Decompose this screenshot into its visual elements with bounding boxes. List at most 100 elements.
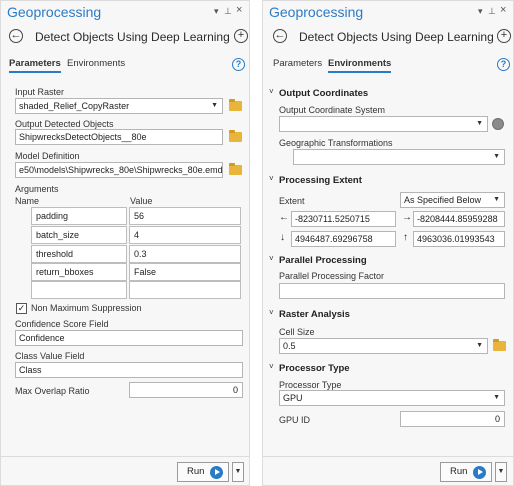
pane-title: Geoprocessing xyxy=(7,4,102,20)
output-objects-label: Output Detected Objects xyxy=(15,119,114,129)
back-icon[interactable]: ← xyxy=(9,29,23,43)
max-overlap-input[interactable]: 0 xyxy=(129,382,243,398)
extent-top-input[interactable]: 4963036.01993543 xyxy=(413,231,505,247)
tab-environments[interactable]: Environments xyxy=(328,58,392,73)
play-icon xyxy=(473,466,486,479)
chevron-down-icon[interactable]: ˅ xyxy=(269,362,274,371)
extent-dropdown[interactable]: As Specified Below ▼ xyxy=(400,192,505,208)
arguments-col-name: Name xyxy=(15,196,40,206)
geoprocessing-pane-environments: Geoprocessing ▾ ⊥ × ← Detect Objects Usi… xyxy=(262,0,514,486)
arrow-down-icon: ↓ xyxy=(280,232,285,243)
input-raster-value: shaded_Relief_CopyRaster xyxy=(19,101,130,111)
model-definition-label: Model Definition xyxy=(15,151,80,161)
chevron-down-icon[interactable]: ˅ xyxy=(269,87,274,96)
pane-title: Geoprocessing xyxy=(269,4,364,20)
tab-environments[interactable]: Environments xyxy=(67,58,125,71)
tool-header: ← Detect Objects Using Deep Learning + xyxy=(263,28,513,48)
back-icon[interactable]: ← xyxy=(273,29,287,43)
parallel-processing-factor-label: Parallel Processing Factor xyxy=(279,271,385,281)
chevron-down-icon: ▼ xyxy=(493,394,500,401)
extent-value: As Specified Below xyxy=(404,195,482,205)
output-objects-input[interactable]: ShipwrecksDetectObjects__80e xyxy=(15,129,223,145)
output-coordinate-system-label: Output Coordinate System xyxy=(279,105,386,115)
argument-value-cell[interactable]: False xyxy=(129,263,241,281)
browse-folder-icon[interactable] xyxy=(229,130,242,142)
close-icon[interactable]: × xyxy=(236,4,242,16)
extent-bottom-input[interactable]: 4946487.69296758 xyxy=(291,231,396,247)
argument-name-cell[interactable]: threshold xyxy=(31,245,127,263)
argument-value-cell[interactable]: 0.3 xyxy=(129,245,241,263)
arrow-up-icon: ↑ xyxy=(403,232,408,243)
add-icon[interactable]: + xyxy=(234,29,248,43)
raster-analysis-section[interactable]: Raster Analysis xyxy=(279,309,350,320)
arguments-label: Arguments xyxy=(15,184,59,194)
footer-divider xyxy=(263,456,513,457)
model-definition-value: e50\models\Shipwrecks_80e\Shipwrecks_80e… xyxy=(19,165,223,175)
extent-left-input[interactable]: -8230711.5250715 xyxy=(291,211,396,227)
gpu-id-input[interactable]: 0 xyxy=(400,411,505,427)
nms-checkbox[interactable]: ✓ xyxy=(16,303,27,314)
processing-extent-section[interactable]: Processing Extent xyxy=(279,175,362,186)
close-icon[interactable]: × xyxy=(500,4,506,16)
cell-size-dropdown[interactable]: 0.5 ▼ xyxy=(279,338,488,354)
arrow-left-icon: ← xyxy=(279,212,289,223)
argument-name-empty-cell[interactable] xyxy=(31,281,127,299)
confidence-field-input[interactable]: Confidence xyxy=(15,330,243,346)
parallel-processing-section[interactable]: Parallel Processing xyxy=(279,255,367,266)
chevron-down-icon[interactable]: ˅ xyxy=(269,308,274,317)
chevron-down-icon[interactable]: ˅ xyxy=(269,174,274,183)
options-dropdown-icon[interactable]: ▾ xyxy=(214,6,219,17)
pane-titlebar: Geoprocessing ▾ ⊥ × xyxy=(263,1,513,25)
tab-parameters[interactable]: Parameters xyxy=(9,58,61,73)
argument-value-cell[interactable]: 4 xyxy=(129,226,241,244)
processor-type-dropdown[interactable]: GPU ▼ xyxy=(279,390,505,406)
browse-folder-icon[interactable] xyxy=(229,163,242,175)
confidence-field-label: Confidence Score Field xyxy=(15,319,109,329)
run-button[interactable]: Run xyxy=(440,462,492,482)
argument-value-empty-cell[interactable] xyxy=(129,281,241,299)
tab-bar: Parameters Environments ? xyxy=(271,58,510,74)
globe-icon[interactable] xyxy=(492,118,504,130)
run-options-button[interactable]: ▼ xyxy=(495,462,507,482)
help-icon[interactable]: ? xyxy=(232,58,245,71)
nms-label: Non Maximum Suppression xyxy=(31,303,142,313)
class-field-label: Class Value Field xyxy=(15,351,85,361)
tool-name: Detect Objects Using Deep Learning xyxy=(35,30,230,44)
confidence-field-value: Confidence xyxy=(19,333,65,343)
class-field-input[interactable]: Class xyxy=(15,362,243,378)
output-coordinates-section[interactable]: Output Coordinates xyxy=(279,88,368,99)
model-definition-input[interactable]: e50\models\Shipwrecks_80e\Shipwrecks_80e… xyxy=(15,162,223,178)
argument-name-cell[interactable]: return_bboxes xyxy=(31,263,127,281)
extent-label: Extent xyxy=(279,196,305,206)
help-icon[interactable]: ? xyxy=(497,58,510,71)
cell-size-label: Cell Size xyxy=(279,327,315,337)
chevron-down-icon: ▼ xyxy=(476,342,483,349)
argument-value-cell[interactable]: 56 xyxy=(129,207,241,225)
argument-name-cell[interactable]: batch_size xyxy=(31,226,127,244)
parallel-processing-factor-input[interactable] xyxy=(279,283,505,299)
geographic-transformations-label: Geographic Transformations xyxy=(279,138,393,148)
input-raster-dropdown[interactable]: shaded_Relief_CopyRaster ▼ xyxy=(15,98,223,114)
extent-right-input[interactable]: -8208444.85959288 xyxy=(413,211,505,227)
pane-titlebar: Geoprocessing ▾ ⊥ × xyxy=(1,1,249,25)
options-dropdown-icon[interactable]: ▾ xyxy=(478,6,483,17)
processor-type-section[interactable]: Processor Type xyxy=(279,363,350,374)
pin-icon[interactable]: ⊥ xyxy=(488,6,496,17)
browse-folder-icon[interactable] xyxy=(229,99,242,111)
pin-icon[interactable]: ⊥ xyxy=(224,6,232,17)
chevron-down-icon[interactable]: ˅ xyxy=(269,254,274,263)
argument-name-cell[interactable]: padding xyxy=(31,207,127,225)
chevron-down-icon: ▼ xyxy=(493,196,500,203)
tab-parameters[interactable]: Parameters xyxy=(273,58,322,71)
run-options-button[interactable]: ▼ xyxy=(232,462,244,482)
add-icon[interactable]: + xyxy=(497,29,511,43)
processor-type-value: GPU xyxy=(283,393,303,403)
tab-bar: Parameters Environments ? xyxy=(9,58,245,74)
gpu-id-label: GPU ID xyxy=(279,415,311,425)
geographic-transformations-dropdown[interactable]: ▼ xyxy=(293,149,505,165)
run-button[interactable]: Run xyxy=(177,462,229,482)
browse-folder-icon[interactable] xyxy=(493,339,506,351)
chevron-down-icon: ▼ xyxy=(211,102,218,109)
output-objects-value: ShipwrecksDetectObjects__80e xyxy=(19,132,147,142)
output-coordinate-system-dropdown[interactable]: ▼ xyxy=(279,116,488,132)
